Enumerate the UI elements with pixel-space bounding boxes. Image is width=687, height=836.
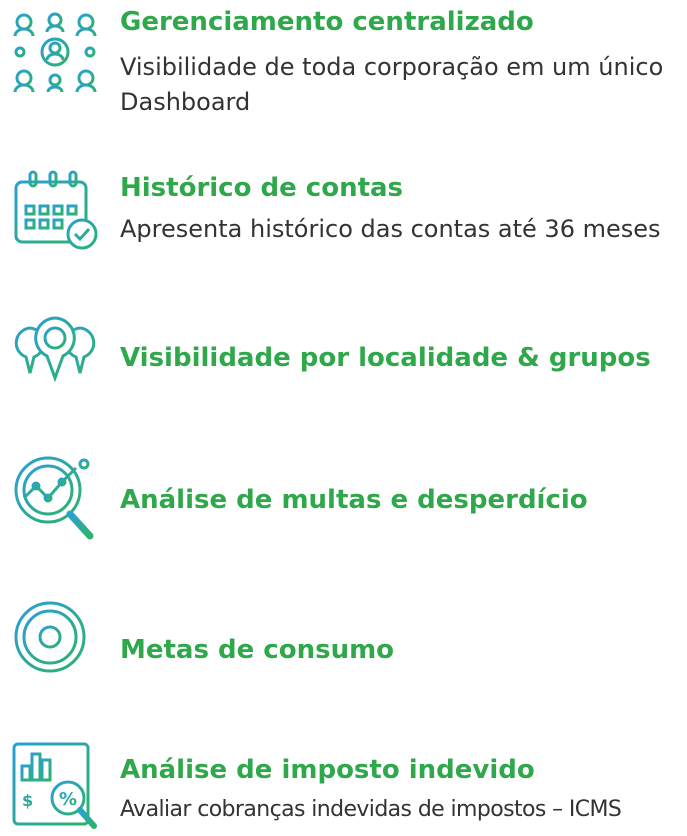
feature-title: Visibilidade por localidade & grupos (120, 343, 651, 373)
feature-description: Avaliar cobranças indevidas de impostos … (120, 797, 622, 822)
magnifier-chart-icon (14, 456, 94, 540)
feature-title: Histórico de contas (120, 173, 404, 203)
feature-title: Gerenciamento centralizado (120, 7, 534, 37)
location-pins-icon (14, 316, 96, 392)
network-people-icon (13, 12, 97, 93)
feature-description: Apresenta histórico das contas até 36 me… (120, 215, 661, 243)
feature-description: Visibilidade de toda corporação em um ún… (120, 53, 664, 116)
tax-report-icon: $ % (12, 742, 97, 829)
feature-title: Análise de multas e desperdício (120, 485, 588, 515)
svg-text:$: $ (22, 791, 33, 810)
calendar-check-icon (14, 170, 98, 250)
target-icon (10, 597, 90, 677)
feature-title: Metas de consumo (120, 635, 395, 665)
feature-title: Análise de imposto indevido (120, 755, 535, 785)
svg-text:%: % (59, 789, 77, 810)
